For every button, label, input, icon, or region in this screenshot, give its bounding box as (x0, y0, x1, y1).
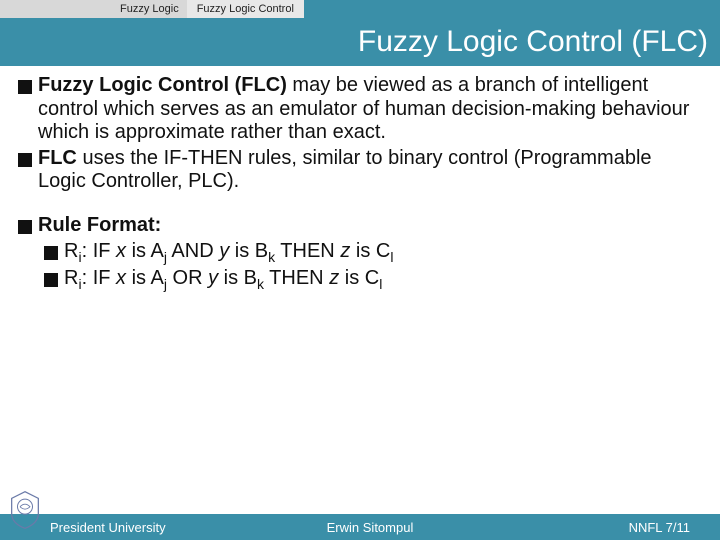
sub-bullet-item-1: Ri: IF x is Aj AND y is Bk THEN z is Cl (18, 240, 702, 266)
text: : IF (82, 267, 116, 289)
text: THEN (264, 267, 329, 289)
text: R (64, 240, 78, 262)
square-bullet-icon (18, 220, 32, 234)
text: THEN (275, 240, 340, 262)
bullet-text: FLC uses the IF-THEN rules, similar to b… (38, 147, 702, 194)
text: approximate (115, 121, 225, 143)
text: R (64, 267, 78, 289)
square-bullet-icon (44, 246, 58, 260)
text: is C (350, 240, 390, 262)
text: is C (339, 267, 379, 289)
bullet-item-2: FLC uses the IF-THEN rules, similar to b… (18, 147, 702, 194)
footer-bar: President University Erwin Sitompul NNFL… (0, 514, 720, 540)
sub-bullet-item-2: Ri: IF x is Aj OR y is Bk THEN z is Cl (18, 267, 702, 293)
text: AND (167, 240, 219, 262)
italic-text: z (340, 240, 350, 262)
slide-content: Fuzzy Logic Control (FLC) may be viewed … (0, 66, 720, 293)
breadcrumb-bar: Fuzzy Logic Fuzzy Logic Control (0, 0, 720, 18)
text: uses the IF-THEN rules, similar to binar… (38, 147, 652, 193)
bullet-item-3: Rule Format: (18, 214, 702, 238)
text: intelligent (564, 74, 649, 96)
bullet-text: Ri: IF x is Aj AND y is Bk THEN z is Cl (64, 240, 702, 266)
text: is B (229, 240, 268, 262)
subscript: l (379, 276, 382, 292)
bullet-text: Ri: IF x is Aj OR y is Bk THEN z is Cl (64, 267, 702, 293)
university-logo-icon (8, 490, 42, 530)
bold-text: Rule Format: (38, 214, 161, 236)
text: decision-making (452, 98, 597, 120)
subscript: k (257, 276, 264, 292)
square-bullet-icon (44, 273, 58, 287)
title-bar: Fuzzy Logic Control (FLC) (0, 18, 720, 66)
bullet-text: Rule Format: (38, 214, 702, 238)
text: may be viewed as a branch of (287, 74, 564, 96)
bullet-item-1: Fuzzy Logic Control (FLC) may be viewed … (18, 74, 702, 145)
text: rather than exact. (225, 121, 386, 143)
footer-center: Erwin Sitompul (263, 520, 476, 535)
breadcrumb-item-1: Fuzzy Logic (0, 0, 187, 18)
square-bullet-icon (18, 80, 32, 94)
text: is B (218, 267, 257, 289)
italic-text: x (116, 267, 126, 289)
italic-text: y (219, 240, 229, 262)
bold-text: Fuzzy Logic Control (FLC) (38, 74, 287, 96)
text: : IF (82, 240, 116, 262)
italic-text: z (329, 267, 339, 289)
text: is A (126, 240, 164, 262)
footer-right: NNFL 7/11 (477, 520, 720, 535)
text: OR (167, 267, 208, 289)
italic-text: x (116, 240, 126, 262)
italic-text: y (208, 267, 218, 289)
bold-text: FLC (38, 147, 77, 169)
text: is A (126, 267, 164, 289)
bullet-text: Fuzzy Logic Control (FLC) may be viewed … (38, 74, 702, 145)
subscript: l (390, 249, 393, 265)
text: control which serves as an emulator of h… (38, 98, 452, 120)
page-title: Fuzzy Logic Control (FLC) (358, 25, 708, 59)
breadcrumb-item-2: Fuzzy Logic Control (187, 0, 304, 18)
square-bullet-icon (18, 153, 32, 167)
